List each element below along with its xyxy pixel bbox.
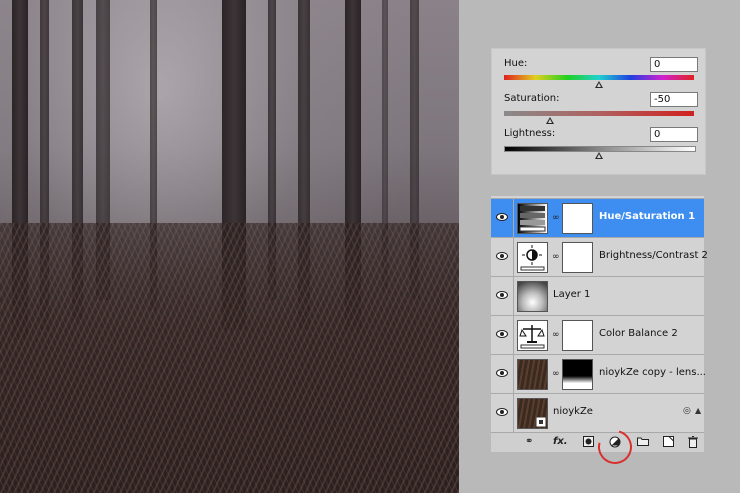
chain-link-icon[interactable]: ∞ <box>552 330 560 340</box>
layer-name[interactable]: Hue/Saturation 1 <box>599 211 695 222</box>
add-mask-icon <box>583 436 594 447</box>
visibility-toggle[interactable] <box>491 238 514 276</box>
link-icon[interactable]: ⚭ <box>525 436 533 448</box>
delete-layer-icon <box>688 436 698 448</box>
eye-icon <box>496 408 508 416</box>
layers-panel: ∞ Hue/Saturation 1 ∞ Brightness/Contrast… <box>491 196 708 452</box>
layer-row-nioykze-copy[interactable]: ∞ nioykZe copy - lens... <box>491 354 706 393</box>
new-group-icon <box>637 437 649 446</box>
lightness-input[interactable]: 0 <box>650 127 698 142</box>
eye-icon <box>496 252 508 260</box>
visibility-toggle[interactable] <box>491 316 514 354</box>
layer-row-color-balance[interactable]: ∞ Color Balance 2 <box>491 315 704 354</box>
layer-row-nioykze[interactable]: nioykZe ◎ <box>491 393 704 432</box>
layer-name[interactable]: nioykZe <box>553 406 593 417</box>
hue-saturation-panel: Hue: 0 Saturation: -50 Lightness: 0 <box>491 48 706 175</box>
hue-input[interactable]: 0 <box>650 57 698 72</box>
new-layer-icon[interactable] <box>663 436 674 451</box>
adjustment-thumbnail <box>517 320 548 351</box>
eye-icon <box>496 291 508 299</box>
visibility-toggle[interactable] <box>491 394 514 432</box>
layer-thumbnail <box>517 281 548 312</box>
layer-name[interactable]: nioykZe copy - lens... <box>599 367 706 378</box>
layer-name[interactable]: Layer 1 <box>553 289 590 300</box>
hue-slider-track[interactable] <box>504 75 694 80</box>
fern-undergrowth <box>0 223 459 493</box>
lightness-label: Lightness: <box>504 128 556 139</box>
lightness-slider-thumb[interactable] <box>595 152 603 159</box>
layer-row-layer-1[interactable]: Layer 1 <box>491 276 704 315</box>
brightness-contrast-icon <box>520 245 545 271</box>
layers-scrollbar[interactable]: ▲ <box>694 196 704 432</box>
folder-icon[interactable] <box>637 436 649 450</box>
eye-icon <box>496 213 508 221</box>
saturation-slider-track[interactable] <box>504 111 694 116</box>
new-layer-page-icon <box>663 436 674 447</box>
visibility-toggle[interactable] <box>491 199 514 237</box>
layer-thumbnail <box>517 359 548 390</box>
layer-thumbnail <box>517 398 548 429</box>
saturation-label: Saturation: <box>504 93 560 104</box>
chain-link-icon[interactable]: ∞ <box>552 369 560 379</box>
saturation-slider-thumb[interactable] <box>546 117 554 124</box>
eye-icon <box>496 330 508 338</box>
layer-mask-thumbnail[interactable] <box>562 320 593 351</box>
saturation-input[interactable]: -50 <box>650 92 698 107</box>
smart-filter-icon: ◎ <box>683 406 691 416</box>
hue-slider-thumb[interactable] <box>595 81 603 88</box>
fx-icon[interactable]: fx. <box>553 436 568 448</box>
visibility-toggle[interactable] <box>491 277 514 315</box>
scroll-up-arrow-icon[interactable]: ▲ <box>695 406 701 415</box>
chain-link-icon[interactable]: ∞ <box>552 252 560 262</box>
mask-icon[interactable] <box>583 436 594 451</box>
layer-row-hue-saturation[interactable]: ∞ Hue/Saturation 1 <box>491 198 704 237</box>
layer-name[interactable]: Brightness/Contrast 2 <box>599 250 708 261</box>
adjustment-thumbnail <box>517 203 548 234</box>
smart-object-icon <box>536 417 546 427</box>
layer-mask-thumbnail[interactable] <box>562 359 593 390</box>
eye-icon <box>496 369 508 377</box>
hue-saturation-icon <box>519 206 546 232</box>
trash-icon[interactable] <box>688 436 698 452</box>
hue-label: Hue: <box>504 58 528 69</box>
layer-mask-thumbnail[interactable] <box>562 203 593 234</box>
layer-mask-thumbnail[interactable] <box>562 242 593 273</box>
layer-row-brightness-contrast[interactable]: ∞ Brightness/Contrast 2 <box>491 237 708 276</box>
adjustment-thumbnail <box>517 242 548 273</box>
layer-name[interactable]: Color Balance 2 <box>599 328 678 339</box>
document-canvas[interactable] <box>0 0 459 493</box>
chain-link-icon[interactable]: ∞ <box>552 213 560 223</box>
color-balance-icon <box>519 325 545 349</box>
visibility-toggle[interactable] <box>491 355 514 393</box>
